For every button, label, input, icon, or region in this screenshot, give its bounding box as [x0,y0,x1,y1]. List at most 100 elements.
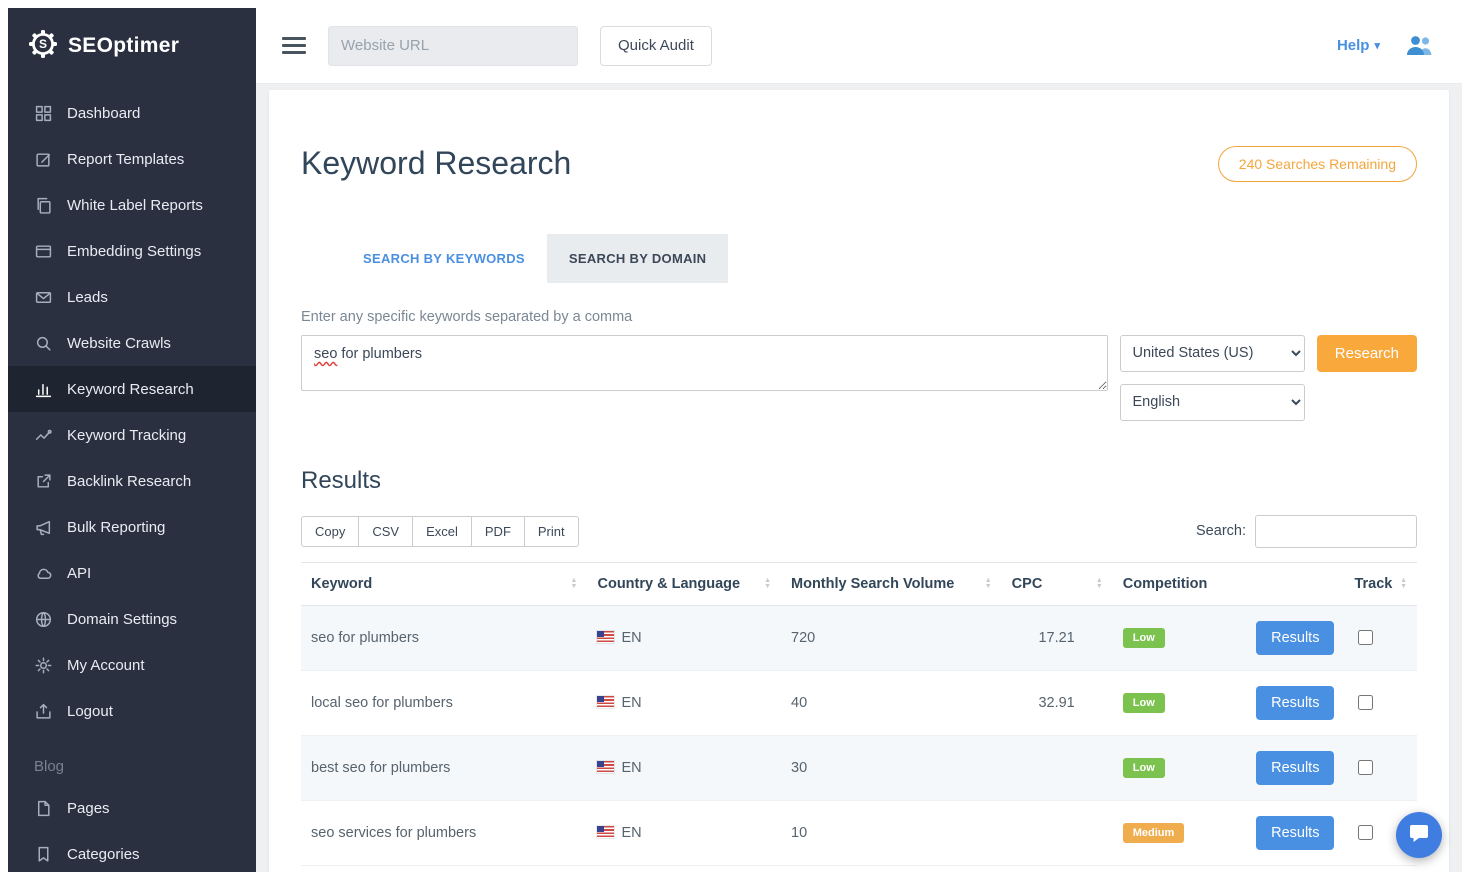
language-select[interactable]: English [1120,384,1305,421]
sort-desc-icon: ▼ [1096,584,1103,590]
sort-icon[interactable]: ▲▼ [985,578,992,590]
dashboard-icon [34,104,52,122]
sidebar-item-report-templates[interactable]: Report Templates [8,136,256,182]
chat-widget-button[interactable] [1396,812,1442,858]
logout-icon [34,702,52,720]
track-cell [1344,735,1417,800]
language-label: EN [621,825,641,841]
country-language-cell: EN [587,800,781,865]
sort-desc-icon: ▼ [764,584,771,590]
sidebar-item-dashboard[interactable]: Dashboard [8,90,256,136]
sort-icon[interactable]: ▲▼ [571,578,578,590]
search-form: seo for plumbers United States (US) Engl… [301,335,1417,421]
sort-desc-icon: ▼ [1400,584,1407,590]
us-flag-icon [597,826,614,838]
search-volume-cell: 40 [781,670,1002,735]
sidebar-item-label: Domain Settings [67,611,177,628]
keywords-field-label: Enter any specific keywords separated by… [301,309,1417,325]
sidebar-item-label: Keyword Research [67,381,194,398]
website-url-input[interactable] [328,26,578,66]
track-cell [1344,670,1417,735]
us-flag-icon [597,696,614,708]
keyword-research-icon [34,380,52,398]
research-button[interactable]: Research [1317,335,1417,372]
api-icon [34,564,52,582]
results-button[interactable]: Results [1256,621,1334,655]
sidebar-item-label: Website Crawls [67,335,171,352]
column-header-label: Keyword [311,576,372,592]
table-search-input[interactable] [1255,515,1417,548]
hamburger-menu-icon[interactable] [282,37,306,54]
keywords-input[interactable]: seo for plumbers [301,335,1108,391]
sidebar-item-pages[interactable]: Pages [8,785,256,831]
column-header-volume[interactable]: Monthly Search Volume▲▼ [781,562,1002,605]
table-row: local seo for plumbersEN4032.91LowResult… [301,670,1417,735]
track-checkbox[interactable] [1358,760,1373,775]
quick-audit-button[interactable]: Quick Audit [600,26,712,66]
help-label: Help [1337,37,1370,54]
column-header-cpc[interactable]: CPC▲▼ [1002,562,1113,605]
table-search-label: Search: [1196,523,1246,539]
sidebar-item-api[interactable]: API [8,550,256,596]
sidebar-section-label-blog: Blog [8,734,256,785]
sort-icon[interactable]: ▲▼ [1096,578,1103,590]
results-button[interactable]: Results [1256,686,1334,720]
export-excel-button[interactable]: Excel [412,516,472,547]
competition-badge: Low [1123,758,1165,778]
sidebar-item-my-account[interactable]: My Account [8,642,256,688]
search-volume-cell: 30 [781,735,1002,800]
sidebar-item-bulk-reporting[interactable]: Bulk Reporting [8,504,256,550]
sort-icon[interactable]: ▲▼ [764,578,771,590]
export-pdf-button[interactable]: PDF [471,516,525,547]
cpc-cell [1002,735,1113,800]
track-checkbox[interactable] [1358,630,1373,645]
topbar: Quick Audit Help ▾ [256,8,1462,84]
column-header-keyword[interactable]: Keyword ▲▼ [301,562,587,605]
competition-cell: Medium [1113,800,1246,865]
country-language-cell: EN [587,670,781,735]
sidebar-item-label: Backlink Research [67,473,191,490]
sidebar-item-keyword-tracking[interactable]: Keyword Tracking [8,412,256,458]
us-flag-icon [597,631,614,643]
export-print-button[interactable]: Print [524,516,579,547]
sidebar-item-logout[interactable]: Logout [8,688,256,734]
brand-logo[interactable]: S SEOptimer [8,8,256,84]
sidebar-item-white-label-reports[interactable]: White Label Reports [8,182,256,228]
sidebar-item-website-crawls[interactable]: Website Crawls [8,320,256,366]
sidebar-item-backlink-research[interactable]: Backlink Research [8,458,256,504]
sort-icon[interactable]: ▲▼ [1400,578,1407,590]
tab-search-by-keywords[interactable]: SEARCH BY KEYWORDS [341,234,547,283]
sidebar-item-categories[interactable]: Categories [8,831,256,872]
export-copy-button[interactable]: Copy [301,516,359,547]
sidebar-nav: Dashboard Report Templates White Label Rep… [8,84,256,872]
column-header-track[interactable]: Track▲▼ [1344,562,1417,605]
tab-search-by-domain[interactable]: SEARCH BY DOMAIN [547,234,728,283]
export-csv-button[interactable]: CSV [358,516,413,547]
website-crawls-icon [34,334,52,352]
account-users-icon[interactable] [1404,33,1436,58]
country-select[interactable]: United States (US) [1120,335,1305,372]
help-menu[interactable]: Help ▾ [1337,37,1380,54]
sidebar-item-domain-settings[interactable]: Domain Settings [8,596,256,642]
results-button[interactable]: Results [1256,751,1334,785]
page-content: Keyword Research 240 Searches Remaining … [256,84,1462,872]
column-header-country[interactable]: Country & Language▲▼ [587,562,781,605]
track-checkbox[interactable] [1358,695,1373,710]
sidebar-item-label: Keyword Tracking [67,427,186,444]
track-checkbox[interactable] [1358,825,1373,840]
search-volume-cell: 10 [781,800,1002,865]
country-language-cell: EN [587,735,781,800]
results-button[interactable]: Results [1256,816,1334,850]
sidebar-item-label: White Label Reports [67,197,203,214]
white-label-reports-icon [34,196,52,214]
keyword-research-card: Keyword Research 240 Searches Remaining … [269,90,1449,872]
sidebar-item-embedding-settings[interactable]: Embedding Settings [8,228,256,274]
competition-badge: Low [1123,693,1165,713]
table-row: seo for plumbersEN72017.21LowResults [301,605,1417,670]
tabs: SEARCH BY KEYWORDSSEARCH BY DOMAIN [341,234,1417,283]
sidebar-item-label: Dashboard [67,105,140,122]
sidebar-item-label: Report Templates [67,151,184,168]
results-table: Keyword▲▼Country & Language▲▼Monthly Sea… [301,562,1417,866]
sidebar-item-keyword-research[interactable]: Keyword Research [8,366,256,412]
sidebar-item-leads[interactable]: Leads [8,274,256,320]
